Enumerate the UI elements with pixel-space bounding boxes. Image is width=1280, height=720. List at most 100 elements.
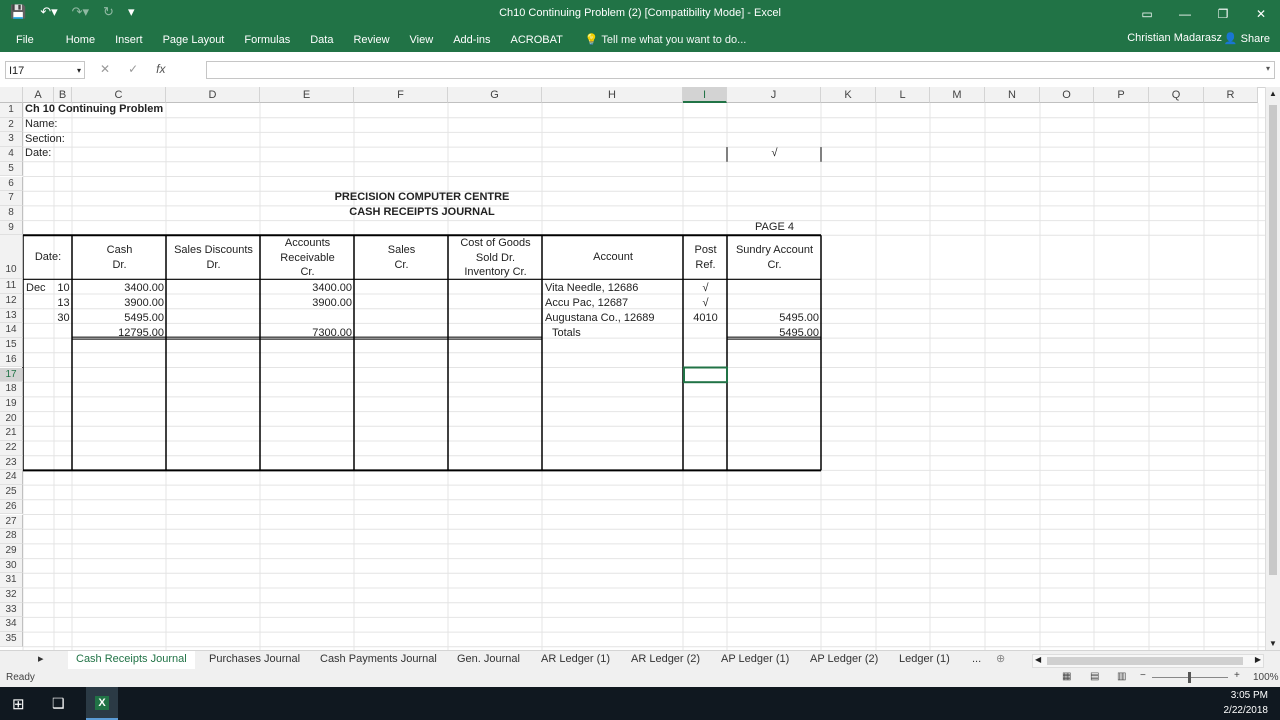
column-header-l[interactable]: L (876, 87, 930, 103)
entry-cash[interactable]: 3400.00 (73, 282, 164, 294)
row-header-2[interactable]: 2 (0, 117, 23, 133)
scroll-down-icon[interactable]: ▼ (1269, 639, 1277, 648)
row-header-15[interactable]: 15 (0, 338, 23, 353)
horizontal-scrollbar-thumb[interactable] (1047, 657, 1243, 665)
column-header-r[interactable]: R (1204, 87, 1258, 103)
column-header-i[interactable]: I (683, 87, 727, 103)
select-all-corner[interactable] (0, 87, 23, 103)
insert-function-icon[interactable]: fx (156, 62, 165, 76)
header-ar-3[interactable]: Cr. (261, 266, 354, 278)
row-header-12[interactable]: 12 (0, 294, 23, 309)
row-header-25[interactable]: 25 (0, 485, 23, 500)
row-header-31[interactable]: 31 (0, 573, 23, 588)
entry-ref[interactable]: √ (684, 297, 727, 309)
restore-icon[interactable]: ❐ (1204, 0, 1242, 27)
zoom-out-icon[interactable]: − (1140, 670, 1146, 681)
row-header-33[interactable]: 33 (0, 602, 23, 618)
total-cash[interactable]: 12795.00 (73, 327, 164, 339)
tab-add-ins[interactable]: Add-ins (443, 34, 500, 46)
row-header-26[interactable]: 26 (0, 499, 23, 515)
row-header-14[interactable]: 14 (0, 323, 23, 339)
cell-a2[interactable]: Name: (25, 118, 57, 130)
zoom-slider-thumb[interactable] (1188, 672, 1191, 683)
header-cogs-3[interactable]: Inventory Cr. (449, 266, 542, 278)
header-sales-1[interactable]: Sales (355, 244, 448, 256)
entry-day[interactable]: 30 (55, 312, 72, 324)
excel-taskbar-icon[interactable]: X (86, 687, 118, 720)
header-ar-2[interactable]: Receivable (261, 252, 354, 264)
row-header-13[interactable]: 13 (0, 308, 23, 324)
entry-account[interactable]: Vita Needle, 12686 (545, 282, 638, 294)
header-sales-discounts-2[interactable]: Dr. (167, 259, 260, 271)
row-header-21[interactable]: 21 (0, 426, 23, 441)
header-sales-discounts-1[interactable]: Sales Discounts (167, 244, 260, 256)
entry-sundry[interactable]: 5495.00 (728, 312, 819, 324)
tab-view[interactable]: View (400, 34, 444, 46)
header-date[interactable]: Date: (25, 251, 71, 263)
sheet-tab-ar-ledger-2[interactable]: AR Ledger (2) (623, 651, 708, 669)
page-break-view-icon[interactable]: ▥ (1117, 671, 1126, 682)
row-header-8[interactable]: 8 (0, 205, 23, 221)
tab-formulas[interactable]: Formulas (234, 34, 300, 46)
row-header-20[interactable]: 20 (0, 411, 23, 427)
header-sundry-1[interactable]: Sundry Account (728, 244, 821, 256)
total-sundry[interactable]: 5495.00 (728, 327, 819, 339)
column-header-p[interactable]: P (1094, 87, 1149, 103)
entry-day[interactable]: 10 (55, 282, 72, 294)
normal-view-icon[interactable]: ▦ (1062, 671, 1071, 682)
sheet-tab-purchases-journal[interactable]: Purchases Journal (201, 651, 308, 669)
zoom-level[interactable]: 100% (1253, 672, 1279, 683)
sheet-scroll-right-icon[interactable]: ▸ (30, 651, 52, 669)
horizontal-scrollbar[interactable]: ◀ ▶ (1032, 654, 1264, 668)
tab-insert[interactable]: Insert (105, 34, 153, 46)
column-header-j[interactable]: J (727, 87, 821, 103)
header-ar-1[interactable]: Accounts (261, 237, 354, 249)
row-header-28[interactable]: 28 (0, 529, 23, 544)
tell-me-box[interactable]: 💡 Tell me what you want to do... (573, 33, 746, 46)
sheet-tab-cash-payments-journal[interactable]: Cash Payments Journal (312, 651, 445, 669)
more-sheets-button[interactable]: ... (964, 651, 989, 669)
row-header-4[interactable]: 4 (0, 147, 23, 162)
row-header-23[interactable]: 23 (0, 455, 23, 471)
cell-a4[interactable]: Date: (25, 147, 51, 159)
task-view-icon[interactable]: ❑ (52, 695, 65, 712)
header-post-ref-2[interactable]: Ref. (684, 259, 727, 271)
windows-start-icon[interactable]: ⊞ (12, 695, 25, 713)
entry-ar[interactable]: 3900.00 (261, 297, 352, 309)
spreadsheet-grid[interactable]: Ch 10 Continuing Problem Name: Section: … (0, 87, 1280, 650)
enter-icon[interactable]: ✓ (128, 62, 138, 76)
entry-day[interactable]: 13 (55, 297, 72, 309)
entry-ref[interactable]: 4010 (684, 312, 727, 324)
expand-formula-icon[interactable]: ▾ (1266, 64, 1270, 73)
column-header-k[interactable]: K (821, 87, 876, 103)
scroll-right-icon[interactable]: ▶ (1255, 655, 1261, 664)
row-header-5[interactable]: 5 (0, 161, 23, 177)
cell-a3[interactable]: Section: (25, 133, 65, 145)
row-header-30[interactable]: 30 (0, 558, 23, 574)
cell-j4[interactable]: √ (728, 147, 821, 159)
sheet-tab-ar-ledger-1[interactable]: AR Ledger (1) (533, 651, 618, 669)
row-header-22[interactable]: 22 (0, 441, 23, 456)
cancel-icon[interactable]: ✕ (100, 62, 110, 76)
tab-review[interactable]: Review (343, 34, 399, 46)
cell-a1[interactable]: Ch 10 Continuing Problem (25, 103, 163, 115)
zoom-in-icon[interactable]: + (1234, 670, 1240, 681)
row-header-9[interactable]: 9 (0, 220, 23, 236)
zoom-slider[interactable] (1152, 672, 1228, 683)
journal-company-title[interactable]: PRECISION COMPUTER CENTRE (260, 191, 584, 203)
entry-ar[interactable]: 3400.00 (261, 282, 352, 294)
row-header-29[interactable]: 29 (0, 543, 23, 559)
entry-account[interactable]: Accu Pac, 12687 (545, 297, 628, 309)
sheet-tab-ap-ledger-2[interactable]: AP Ledger (2) (802, 651, 886, 669)
header-cogs-2[interactable]: Sold Dr. (449, 252, 542, 264)
column-header-b[interactable]: B (54, 87, 72, 103)
column-header-n[interactable]: N (985, 87, 1040, 103)
column-header-c[interactable]: C (72, 87, 166, 103)
column-header-g[interactable]: G (448, 87, 542, 103)
row-header-11[interactable]: 11 (0, 279, 23, 294)
column-header-h[interactable]: H (542, 87, 683, 103)
tab-file[interactable]: File (0, 34, 56, 46)
row-header-32[interactable]: 32 (0, 588, 23, 603)
row-header-6[interactable]: 6 (0, 176, 23, 192)
tab-home[interactable]: Home (56, 34, 105, 46)
